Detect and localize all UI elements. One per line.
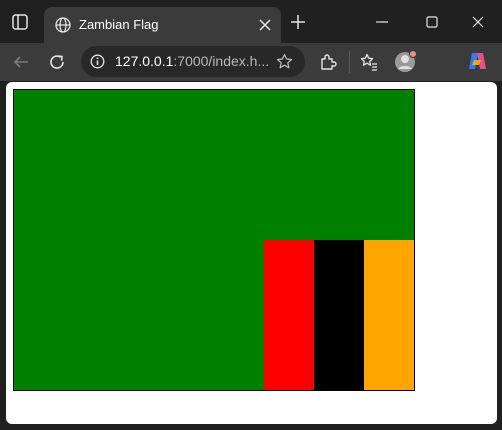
info-icon[interactable] — [90, 54, 105, 69]
address-bar[interactable]: 127.0.0.1:7000/index.h... — [81, 46, 305, 77]
sidebar-icon[interactable] — [11, 13, 29, 31]
copilot-icon[interactable] — [466, 50, 488, 72]
tab-title: Zambian Flag — [79, 17, 159, 32]
maximize-icon[interactable] — [424, 14, 440, 30]
arrow-left-icon[interactable] — [11, 52, 31, 72]
puzzle-icon[interactable] — [318, 52, 338, 72]
url-text: 127.0.0.1:7000/index.h... — [115, 53, 269, 70]
browser-window: Zambian Flag 127.0.0.1:7000/index.h... — [0, 0, 502, 430]
toolbar: 127.0.0.1:7000/index.h... — [0, 43, 502, 81]
toolbar-divider — [349, 51, 350, 73]
zambian-flag — [13, 89, 415, 391]
page-viewport — [6, 82, 497, 424]
favorites-icon[interactable] — [359, 52, 379, 72]
reload-icon[interactable] — [47, 52, 67, 72]
minimize-icon[interactable] — [374, 14, 390, 30]
plus-icon[interactable] — [290, 14, 306, 30]
globe-icon — [54, 16, 72, 34]
url-rest: :7000/index.h... — [173, 53, 270, 69]
star-icon[interactable] — [276, 53, 293, 70]
tab-bar: Zambian Flag — [0, 0, 502, 43]
flag-stripe-orange — [364, 240, 414, 390]
flag-stripe-red — [264, 240, 314, 390]
tab-active[interactable]: Zambian Flag — [44, 7, 281, 43]
flag-stripe-black — [314, 240, 364, 390]
url-host: 127.0.0.1 — [115, 53, 174, 69]
close-icon[interactable] — [257, 17, 273, 33]
window-close-icon[interactable] — [470, 14, 486, 30]
avatar-icon[interactable] — [394, 49, 418, 73]
